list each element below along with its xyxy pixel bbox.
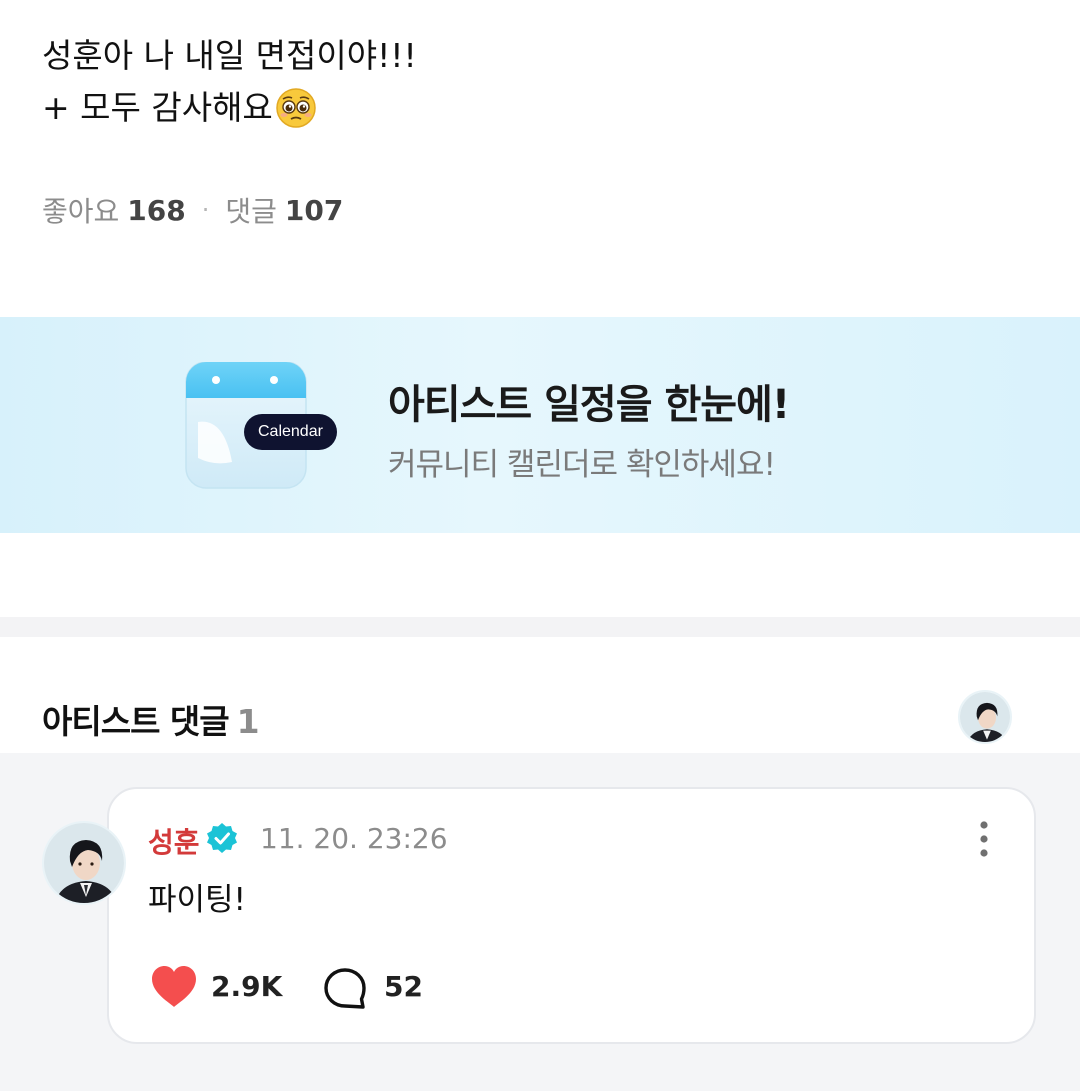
artist-avatar-small[interactable] (958, 690, 1012, 744)
post-page: 성훈아 나 내일 면접이야!!! + 모두 감사해요 좋아요 168 · 댓글 … (0, 0, 1080, 1091)
reply-count: 52 (384, 970, 423, 1003)
artist-comments-title: 아티스트 댓글 1 (42, 695, 260, 743)
post-line-2: + 모두 감사해요 (42, 82, 1042, 134)
calendar-banner[interactable]: Calendar 아티스트 일정을 한눈에! 커뮤니티 캘린더로 확인하세요! (0, 317, 1080, 533)
artist-comments-count: 1 (236, 702, 260, 741)
banner-subtitle: 커뮤니티 캘린더로 확인하세요! (388, 447, 776, 483)
banner-title: 아티스트 일정을 한눈에! (388, 382, 790, 428)
section-divider (0, 617, 1080, 637)
more-options-icon[interactable] (970, 818, 998, 860)
comments-label: 댓글 (225, 195, 277, 228)
post-line-2-text: + 모두 감사해요 (42, 88, 273, 127)
stats-separator: · (201, 196, 210, 224)
post-stats: 좋아요 168 · 댓글 107 (42, 190, 343, 230)
like-count: 2.9K (211, 970, 283, 1003)
artist-comment-card (107, 787, 1036, 1044)
comment-author-avatar[interactable] (42, 821, 126, 905)
comment-text: 파이팅! (148, 882, 246, 918)
likes-label: 좋아요 (42, 195, 120, 228)
heart-icon[interactable] (150, 965, 198, 1009)
comment-author-avatar-image (44, 823, 124, 903)
likes-count[interactable]: 168 (127, 194, 185, 227)
comments-count[interactable]: 107 (285, 194, 343, 227)
comment-author-name[interactable]: 성훈 (148, 821, 200, 861)
reply-bubble-icon[interactable] (322, 966, 368, 1012)
calendar-badge: Calendar (244, 414, 337, 450)
post-body: 성훈아 나 내일 면접이야!!! + 모두 감사해요 (42, 30, 1042, 134)
post-line-1: 성훈아 나 내일 면접이야!!! (42, 36, 417, 75)
pleading-face-emoji-icon (276, 88, 316, 128)
verified-badge-icon (207, 823, 237, 853)
artist-comments-label: 아티스트 댓글 (42, 702, 230, 741)
comment-timestamp: 11. 20. 23:26 (260, 822, 448, 855)
artist-avatar-image (960, 692, 1010, 742)
